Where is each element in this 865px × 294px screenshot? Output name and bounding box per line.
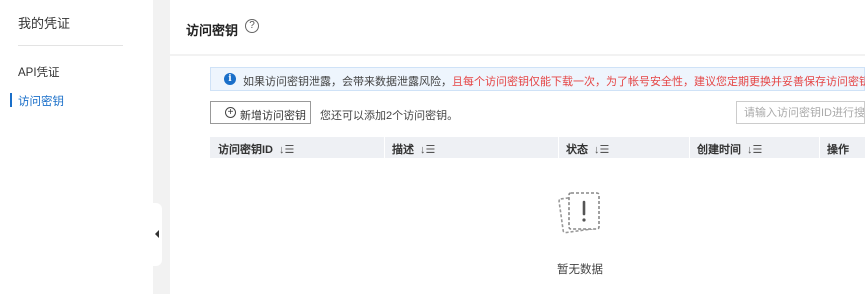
notice-text-warning: 且每个访问密钥仅能下载一次，为了帐号安全性，建议您定期更换并妥善保存访问密钥。	[452, 76, 865, 88]
quota-hint: 您还可以添加2个访问密钥。	[320, 110, 459, 122]
sort-icon[interactable]: ↓☰	[747, 144, 762, 156]
column-header-status[interactable]: 状态 ↓☰	[566, 141, 609, 157]
empty-state-text: 暂无数据	[557, 264, 603, 276]
add-access-key-button[interactable]: + 新增访问密钥	[210, 101, 311, 124]
column-separator	[689, 137, 690, 158]
sidebar-active-indicator	[10, 93, 12, 107]
search-input[interactable]	[736, 101, 865, 124]
column-header-access-key-id[interactable]: 访问密钥ID ↓☰	[218, 141, 294, 157]
column-separator	[819, 137, 820, 158]
column-header-description[interactable]: 描述 ↓☰	[392, 141, 435, 157]
column-separator	[384, 137, 385, 158]
notice-banner: i 如果访问密钥泄露，会带来数据泄露风险，且每个访问密钥仅能下载一次，为了帐号安…	[210, 67, 865, 91]
page-header: 访问密钥 ?	[170, 0, 865, 54]
main-card: i 如果访问密钥泄露，会带来数据泄露风险，且每个访问密钥仅能下载一次，为了帐号安…	[170, 56, 865, 294]
column-header-created-time[interactable]: 创建时间 ↓☰	[697, 141, 762, 157]
column-header-actions: 操作	[827, 144, 849, 156]
notice-text-normal: 如果访问密钥泄露，会带来数据泄露风险，	[243, 76, 452, 88]
sidebar-divider	[18, 45, 123, 46]
column-separator	[558, 137, 559, 158]
info-icon: i	[224, 73, 236, 85]
column-label: 描述	[392, 144, 414, 156]
page-title: 访问密钥	[186, 23, 239, 38]
sidebar-collapse-button[interactable]	[153, 203, 162, 266]
table-header: 访问密钥ID ↓☰ 描述 ↓☰ 状态 ↓☰ 创建时间 ↓☰ 操作	[210, 137, 865, 158]
sidebar-item-api-credentials[interactable]: API凭证	[18, 64, 60, 80]
sidebar: 我的凭证 API凭证 访问密钥	[0, 0, 153, 294]
notice-text: 如果访问密钥泄露，会带来数据泄露风险，且每个访问密钥仅能下载一次，为了帐号安全性…	[243, 73, 865, 89]
sort-icon[interactable]: ↓☰	[279, 144, 294, 156]
column-label: 创建时间	[697, 144, 741, 156]
sort-icon[interactable]: ↓☰	[594, 144, 609, 156]
empty-document-icon	[558, 192, 600, 234]
sidebar-title: 我的凭证	[18, 16, 71, 31]
help-circle-icon[interactable]: ?	[245, 19, 259, 33]
add-access-key-label: 新增访问密钥	[240, 110, 306, 122]
plus-circle-icon: +	[225, 107, 236, 118]
sidebar-item-access-keys[interactable]: 访问密钥	[18, 93, 64, 109]
column-label: 访问密钥ID	[218, 144, 273, 156]
column-label: 状态	[566, 144, 588, 156]
sort-icon[interactable]: ↓☰	[420, 144, 435, 156]
collapse-left-icon	[155, 230, 159, 238]
